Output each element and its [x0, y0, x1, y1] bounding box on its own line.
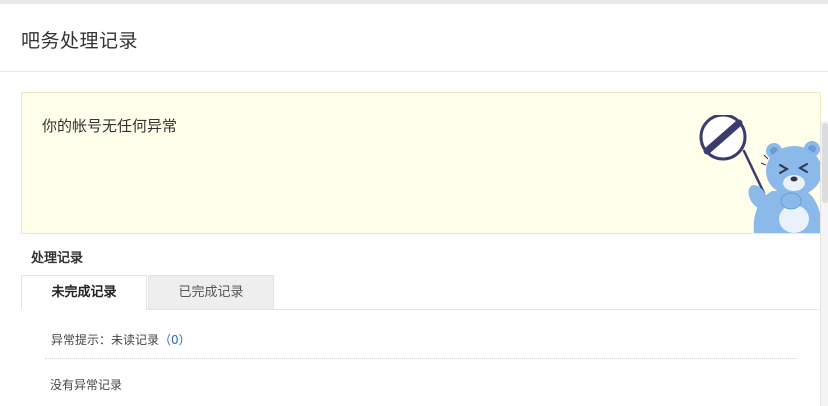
bear-belly	[779, 205, 809, 233]
records-section-title: 处理记录	[31, 251, 84, 266]
records-tab-panel: 异常提示：未读记录（0） 没有异常记录	[21, 310, 819, 406]
tab-unfinished-records[interactable]: 未完成记录	[21, 275, 147, 310]
account-status-text: 你的帐号无任何异常	[42, 117, 178, 135]
tab-finished-records[interactable]: 已完成记录	[148, 275, 274, 309]
account-status-notice: 你的帐号无任何异常	[21, 92, 822, 234]
unread-alert-line: 异常提示：未读记录（0）	[51, 331, 191, 348]
bear-paw	[780, 192, 802, 210]
page-header: 吧务处理记录	[0, 4, 828, 72]
divider	[45, 358, 797, 359]
records-tabbar: 未完成记录 已完成记录	[21, 275, 819, 310]
page-title: 吧务处理记录	[21, 30, 139, 52]
side-scrollbar[interactable]	[820, 121, 828, 406]
empty-records-text: 没有异常记录	[50, 378, 123, 392]
bear-holding-no-sign-icon	[699, 115, 822, 233]
unread-alert-label: 异常提示：未读记录	[51, 333, 160, 347]
scrollbar-thumb[interactable]	[822, 123, 828, 203]
unread-count-link[interactable]: （0）	[159, 333, 191, 347]
